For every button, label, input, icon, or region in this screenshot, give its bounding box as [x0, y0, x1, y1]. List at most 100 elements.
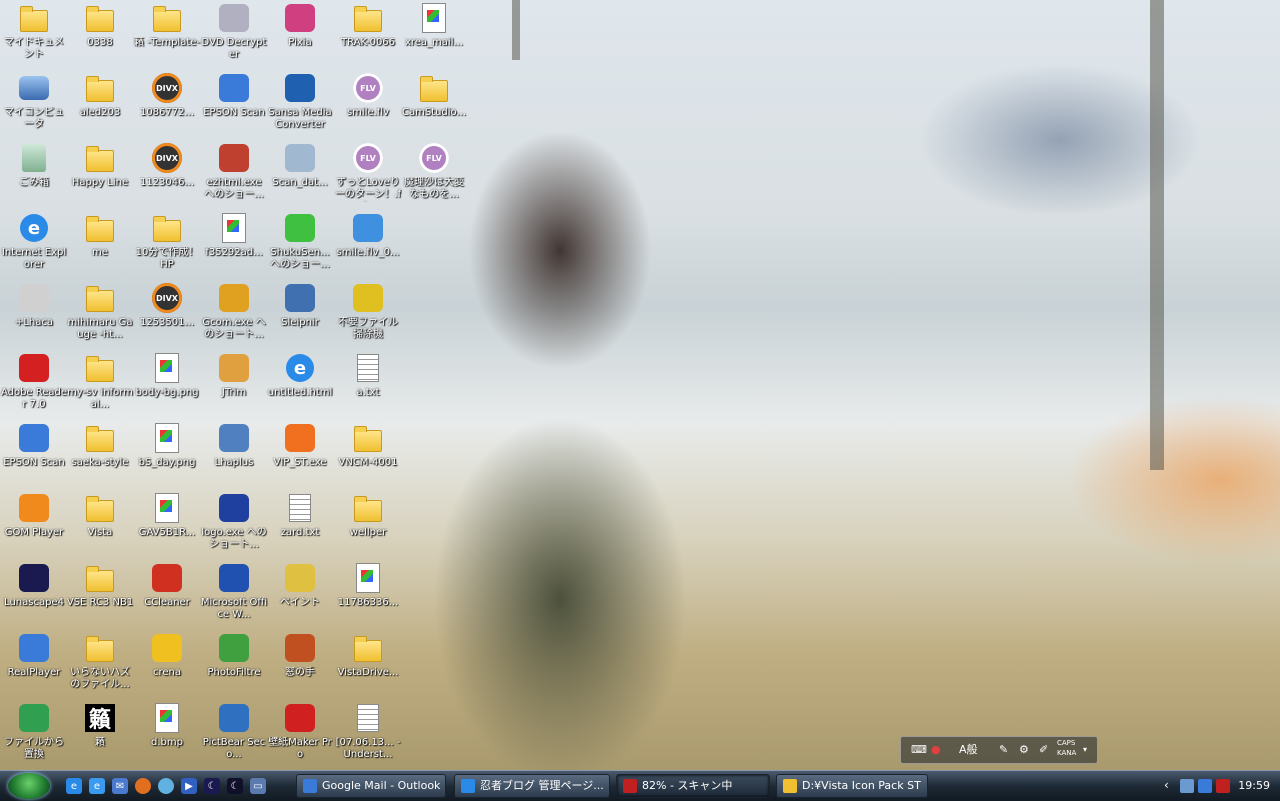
desktop-icon[interactable]: VistaDrive... — [334, 632, 402, 698]
network-icon[interactable] — [1180, 779, 1194, 793]
desktop-icon[interactable]: GOM Player — [0, 492, 68, 558]
tools-icon[interactable]: ⚙ — [1019, 742, 1029, 758]
desktop-icon[interactable]: TRAK-0066 — [334, 2, 402, 68]
desktop-icon[interactable]: 0338 — [66, 2, 134, 68]
clock[interactable]: 19:59 — [1238, 771, 1270, 801]
desktop-icon[interactable]: body-bg.png — [133, 352, 201, 418]
desktop-icon[interactable]: ShukuSen... へのショー... — [266, 212, 334, 278]
desktop-icon[interactable]: Lunascape4 — [0, 562, 68, 628]
desktop-icon[interactable]: Microsoft Office W... — [200, 562, 268, 628]
desktop-icon[interactable]: 壁紙Maker Pro — [266, 702, 334, 768]
desktop-icon[interactable]: saeka-style — [66, 422, 134, 488]
internet-explorer-icon[interactable]: e — [66, 778, 82, 794]
desktop-icon[interactable]: 籟籟 — [66, 702, 134, 768]
desktop-icon[interactable]: Lhaplus — [200, 422, 268, 488]
desktop-icon[interactable]: 10分で作成！HP — [133, 212, 201, 278]
desktop-icon[interactable]: VNCM-4001 — [334, 422, 402, 488]
desktop-icon[interactable]: 窓の手 — [266, 632, 334, 698]
desktop-icon[interactable]: Sleipnir — [266, 282, 334, 348]
desktop-icon[interactable]: いらないハズのファイル... — [66, 632, 134, 698]
jtrim-icon — [218, 352, 250, 384]
desktop-icon[interactable]: RealPlayer — [0, 632, 68, 698]
task-button-outlook[interactable]: Google Mail - Outlook ... — [296, 774, 446, 798]
desktop-icon[interactable]: VIP_ST.exe — [266, 422, 334, 488]
desktop-icon[interactable]: Scan_dat... — [266, 142, 334, 208]
desktop-icon[interactable]: [07.06.13... - Underst... — [334, 702, 402, 768]
desktop-icon[interactable]: Gcom.exe へのショート... — [200, 282, 268, 348]
task-button-vista-icon-pack[interactable]: D:¥Vista Icon Pack ST — [776, 774, 928, 798]
desktop-icon[interactable]: Sansa Media Converter — [266, 72, 334, 138]
desktop-icon[interactable]: e untitled.html — [266, 352, 334, 418]
folder-icon-shape — [354, 636, 382, 662]
show-desktop-icon[interactable]: ▭ — [250, 778, 266, 794]
ime-icon[interactable]: ● — [931, 742, 941, 758]
firefox-icon[interactable] — [135, 778, 151, 794]
desktop-icon[interactable]: Pixia — [266, 2, 334, 68]
desktop-icon[interactable]: smile.flv_0... — [334, 212, 402, 278]
desktop-icon[interactable]: DIVX 1123046... — [133, 142, 201, 208]
desktop-icon[interactable]: d.bmp — [133, 702, 201, 768]
desktop-icon-label: a.txt — [356, 387, 380, 398]
desktop-icon[interactable]: Vista — [66, 492, 134, 558]
desktop-icon[interactable]: EPSON Scan — [200, 72, 268, 138]
desktop-icon[interactable]: me — [66, 212, 134, 278]
desktop-icon-label: 壁紙Maker Pro — [268, 737, 332, 760]
desktop-icon[interactable]: xrea_mail... — [400, 2, 468, 68]
desktop-icon[interactable]: e Internet Explorer — [0, 212, 68, 278]
desktop-icon[interactable]: DIVX 1086772... — [133, 72, 201, 138]
desktop-icon[interactable]: wellper — [334, 492, 402, 558]
desktop-icon[interactable]: CCleaner — [133, 562, 201, 628]
desktop-icon[interactable]: JTrim — [200, 352, 268, 418]
desktop-icon[interactable]: Adobe Reader 7.0 — [0, 352, 68, 418]
desktop-icon[interactable]: mihimaru Gauge -ht... — [66, 282, 134, 348]
task-button-kaspersky-scan[interactable]: 82% - スキャン中 — [616, 774, 770, 798]
langbar-options-icon[interactable]: ▾ — [1083, 742, 1087, 758]
start-button[interactable] — [8, 773, 50, 799]
desktop-icon[interactable]: DIVX 1253501... — [133, 282, 201, 348]
lunascape-alt-icon[interactable]: ☾ — [227, 778, 243, 794]
desktop-icon[interactable]: ごみ箱 — [0, 142, 68, 208]
help-icon[interactable]: ✐ — [1039, 742, 1048, 758]
desktop-icon[interactable]: PictBear Seco... — [200, 702, 268, 768]
kaspersky-tray-icon[interactable] — [1216, 779, 1230, 793]
desktop-icon[interactable]: マイコンピュータ — [0, 72, 68, 138]
security-icon[interactable] — [1198, 779, 1212, 793]
desktop-icon[interactable]: FLV ずっとLoveりーのターン！.flv — [334, 142, 402, 208]
desktop-icon[interactable]: EPSON Scan — [0, 422, 68, 488]
desktop-icon[interactable]: 籟 -Template- — [133, 2, 201, 68]
task-button-ninja-blog[interactable]: 忍者ブログ 管理ページ... — [454, 774, 610, 798]
desktop-icon[interactable]: my-sv informal... — [66, 352, 134, 418]
desktop-icon[interactable]: DVD Decrypter — [200, 2, 268, 68]
desktop-icon[interactable]: aled203 — [66, 72, 134, 138]
desktop-icon[interactable]: +Lhaca — [0, 282, 68, 348]
desktop-icon[interactable]: VSE RC3 NB1 — [66, 562, 134, 628]
desktop-icon[interactable]: FLV 魔理沙は大変なものを... — [400, 142, 468, 208]
desktop-icon[interactable]: ファイルから置換 — [0, 702, 68, 768]
desktop-icon[interactable]: zard.txt — [266, 492, 334, 558]
desktop-icon[interactable]: Happy Line — [66, 142, 134, 208]
keyboard-icon[interactable]: ⌨ — [911, 742, 927, 758]
ie-alt-icon[interactable]: e — [89, 778, 105, 794]
desktop-icon[interactable]: logo.exe へのショート... — [200, 492, 268, 558]
input-mode-label[interactable]: A般 — [959, 742, 978, 758]
messenger-icon[interactable] — [158, 778, 174, 794]
desktop-icon[interactable]: a.txt — [334, 352, 402, 418]
desktop-icon[interactable]: CamStudio... — [400, 72, 468, 138]
desktop-icon[interactable]: FLV smile.flv — [334, 72, 402, 138]
desktop-icon[interactable]: ペイント — [266, 562, 334, 628]
media-player-icon[interactable]: ▶ — [181, 778, 197, 794]
desktop-icon[interactable]: bS_day.png — [133, 422, 201, 488]
lunascape-icon[interactable]: ☾ — [204, 778, 220, 794]
desktop-icon[interactable]: f35292ad... — [200, 212, 268, 278]
desktop-icon[interactable]: ezhtml.exe へのショー... — [200, 142, 268, 208]
desktop-icon[interactable]: GAV5B1R... — [133, 492, 201, 558]
outlook-icon[interactable]: ✉ — [112, 778, 128, 794]
desktop-icon[interactable]: PhotoFiltre — [200, 632, 268, 698]
desktop-icon[interactable]: crena — [133, 632, 201, 698]
dictionary-icon[interactable]: ✎ — [999, 742, 1008, 758]
desktop-icon[interactable]: マイドキュメント — [0, 2, 68, 68]
tray-expand-icon[interactable]: ‹ — [1164, 778, 1169, 792]
desktop-icon[interactable]: 11786336... — [334, 562, 402, 628]
language-bar[interactable]: ⌨ ● A般 ✎ ⚙ ✐ CAPS KANA ▾ — [900, 736, 1098, 764]
desktop-icon[interactable]: 不要ファイル掃除機 — [334, 282, 402, 348]
